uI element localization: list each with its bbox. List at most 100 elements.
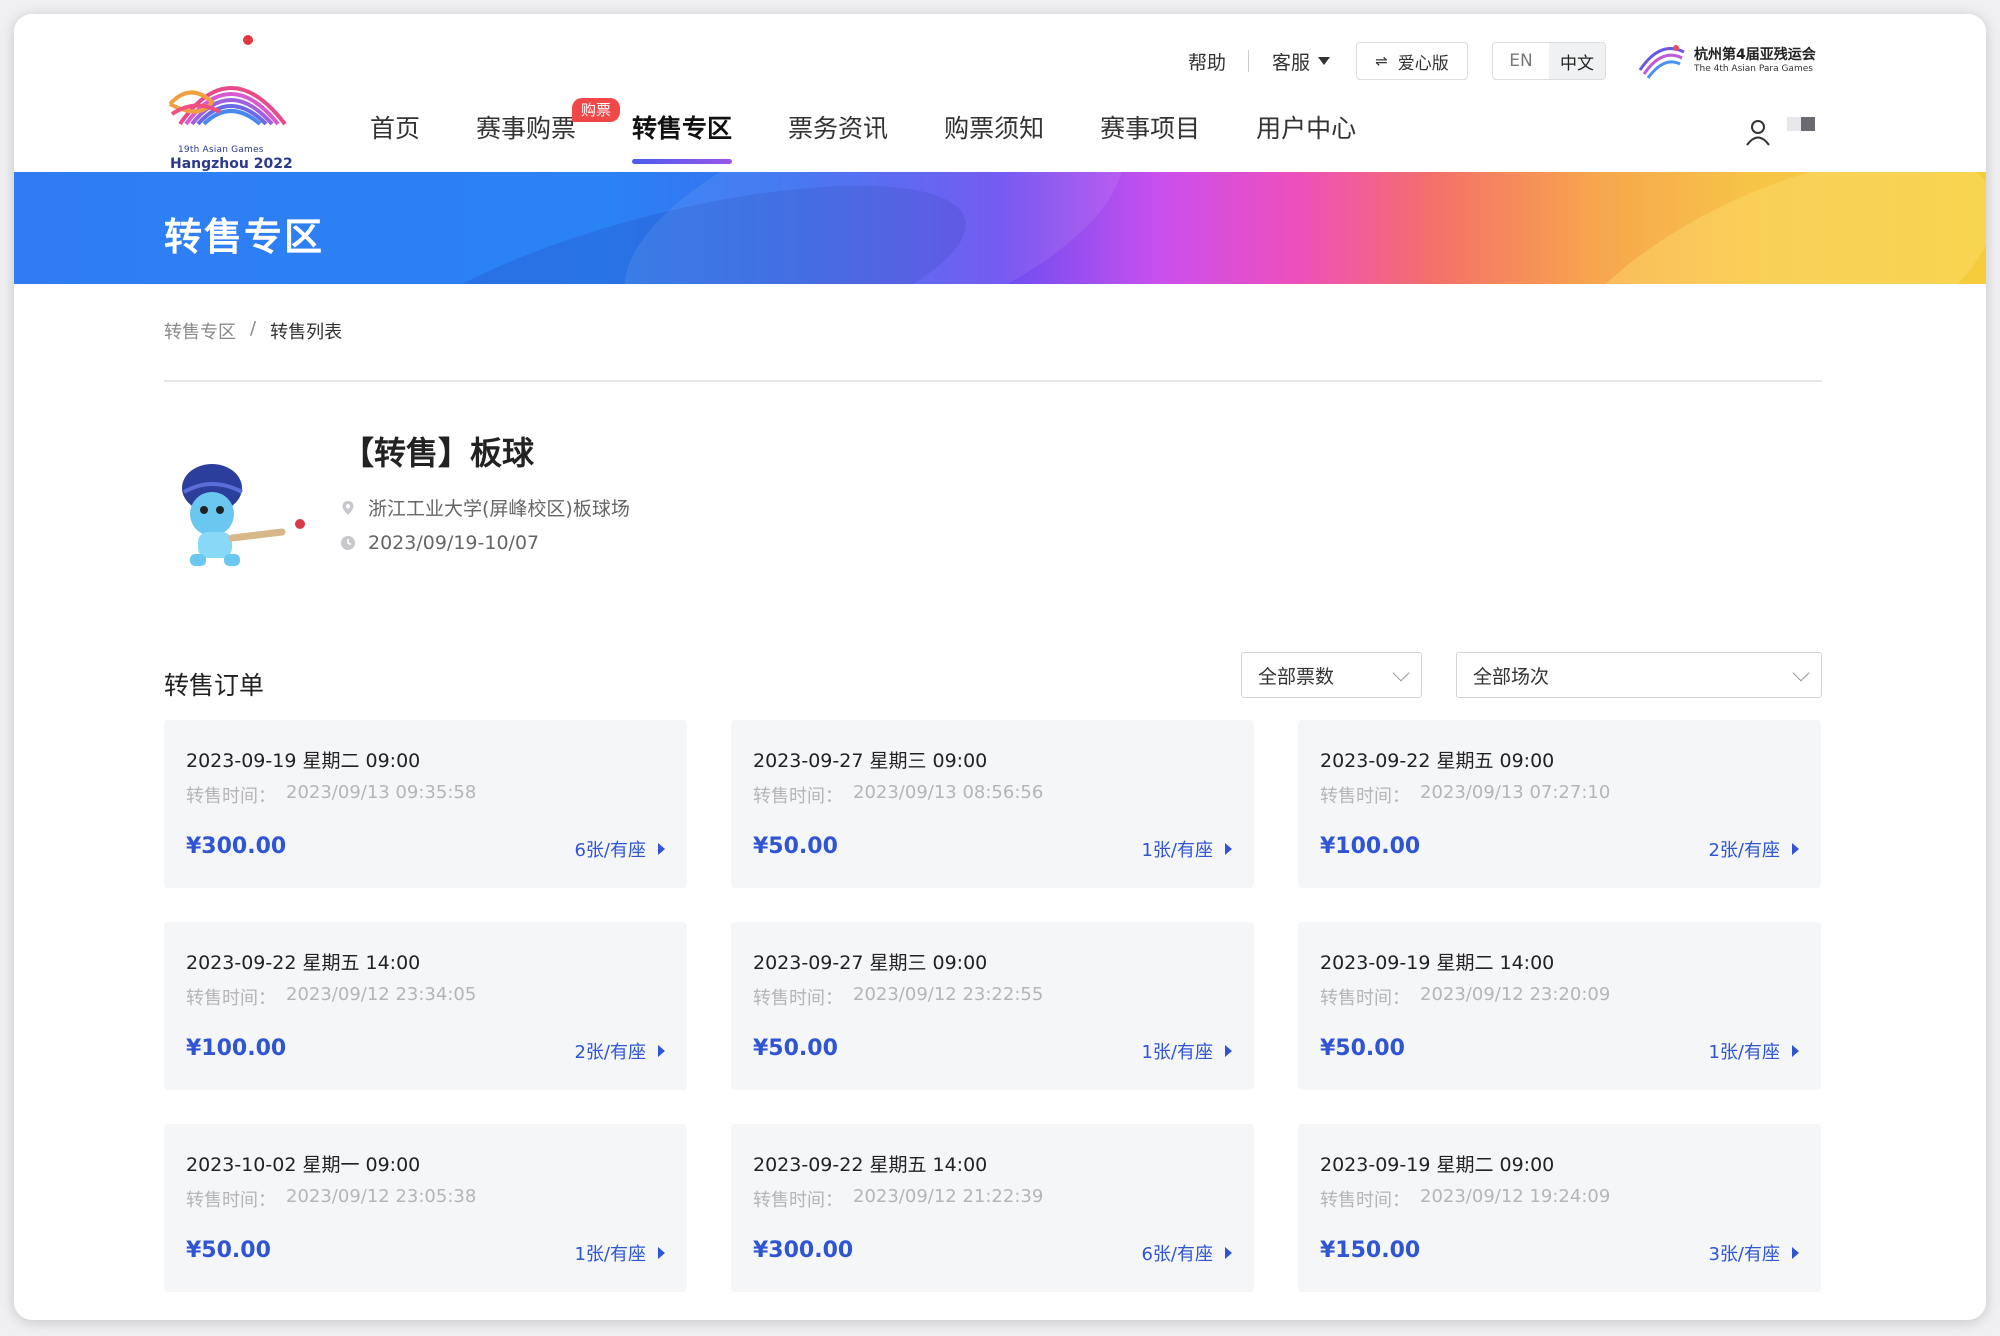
ticket-quantity: 1张/有座 [1708, 1042, 1780, 1063]
caret-right-icon [1225, 1045, 1232, 1057]
order-price: ¥50.00 [753, 834, 838, 859]
resale-order-card[interactable]: 2023-10-02 星期一 09:00 转售时间： 2023/09/12 23… [164, 1124, 687, 1292]
para-games-emblem-icon [1638, 45, 1685, 79]
chevron-down-icon [1392, 664, 1410, 682]
sale-time-label: 转售时间： [186, 988, 276, 1009]
ticket-quantity: 1张/有座 [574, 1244, 646, 1265]
event-title: 【转售】板球 [342, 434, 535, 472]
order-price: ¥300.00 [753, 1238, 854, 1263]
sale-time-label: 转售时间： [186, 786, 276, 807]
ticket-count-filter[interactable]: 全部票数 [1241, 652, 1422, 698]
sale-time-value: 2023/09/12 21:22:39 [853, 1186, 1044, 1207]
nav-buy-tickets[interactable]: 赛事购票 购票 [476, 98, 621, 172]
orders-section-title: 转售订单 [164, 671, 265, 700]
caret-right-icon [658, 1247, 665, 1259]
caret-right-icon [1225, 843, 1232, 855]
accessible-version-button[interactable]: ⇌ 爱心版 [1356, 42, 1468, 80]
sale-time-value: 2023/09/13 08:56:56 [853, 782, 1044, 803]
nav-ticket-news[interactable]: 票务资讯 [788, 114, 888, 172]
ticket-quantity: 3张/有座 [1708, 1244, 1780, 1265]
breadcrumb-current: 转售列表 [270, 322, 343, 343]
sale-time-row: 转售时间： 2023/09/12 19:24:09 [1320, 1186, 1610, 1212]
nav-ticket-notice[interactable]: 购票须知 [944, 114, 1044, 172]
main-nav: 首页 赛事购票 购票 转售专区 票务资讯 购票须知 赛事项目 用户中心 [370, 98, 1412, 172]
session-datetime: 2023-10-02 星期一 09:00 [186, 1154, 421, 1176]
resale-order-card[interactable]: 2023-09-22 星期五 14:00 转售时间： 2023/09/12 21… [731, 1124, 1254, 1292]
ticket-quantity-link[interactable]: 1张/有座 [574, 1240, 665, 1266]
sale-time-label: 转售时间： [753, 786, 843, 807]
flag-icon[interactable] [1787, 116, 1815, 131]
caret-right-icon [658, 843, 665, 855]
banner-decoration [592, 172, 1156, 284]
ticket-quantity: 2张/有座 [574, 1042, 646, 1063]
help-link[interactable]: 帮助 [1188, 42, 1226, 80]
breadcrumb-root[interactable]: 转售专区 [164, 318, 236, 344]
order-price: ¥300.00 [186, 834, 287, 859]
sale-time-value: 2023/09/12 23:20:09 [1420, 984, 1611, 1005]
nav-buy-tickets-label: 赛事购票 [476, 114, 577, 143]
order-grid: 2023-09-19 星期二 09:00 转售时间： 2023/09/13 09… [164, 720, 1822, 1292]
breadcrumb-separator: / [250, 318, 257, 339]
nav-user-center[interactable]: 用户中心 [1256, 114, 1356, 172]
page-banner: 转售专区 [14, 172, 1986, 284]
session-filter-value: 全部场次 [1473, 665, 1550, 688]
ticket-quantity-link[interactable]: 2张/有座 [574, 1038, 665, 1064]
customer-service-dropdown[interactable]: 客服 [1272, 42, 1331, 80]
sale-time-row: 转售时间： 2023/09/13 09:35:58 [186, 782, 476, 808]
sale-time-value: 2023/09/13 09:35:58 [286, 782, 477, 803]
event-dates: 2023/09/19-10/07 [368, 532, 540, 554]
accessible-version-label: 爱心版 [1397, 53, 1449, 74]
sale-time-row: 转售时间： 2023/09/13 07:27:10 [1320, 782, 1610, 808]
session-filter[interactable]: 全部场次 [1456, 652, 1822, 698]
ticket-quantity: 6张/有座 [1141, 1244, 1213, 1265]
resale-order-card[interactable]: 2023-09-22 星期五 09:00 转售时间： 2023/09/13 07… [1298, 720, 1821, 888]
ticket-quantity-link[interactable]: 6张/有座 [1141, 1240, 1232, 1266]
resale-order-card[interactable]: 2023-09-19 星期二 09:00 转售时间： 2023/09/12 19… [1298, 1124, 1821, 1292]
sale-time-label: 转售时间： [186, 1190, 276, 1211]
nav-home[interactable]: 首页 [370, 114, 420, 172]
resale-order-card[interactable]: 2023-09-22 星期五 14:00 转售时间： 2023/09/12 23… [164, 922, 687, 1090]
ticket-count-filter-value: 全部票数 [1258, 665, 1335, 688]
browser-window: 19th Asian Games Hangzhou 2022 帮助 客服 ⇌ 爱… [14, 14, 1986, 1320]
resale-order-card[interactable]: 2023-09-19 星期二 14:00 转售时间： 2023/09/12 23… [1298, 922, 1821, 1090]
ticket-quantity-link[interactable]: 3张/有座 [1708, 1240, 1799, 1266]
resale-order-card[interactable]: 2023-09-27 星期三 09:00 转售时间： 2023/09/13 08… [731, 720, 1254, 888]
asian-games-logo[interactable]: 19th Asian Games Hangzhou 2022 [160, 32, 300, 172]
event-venue: 浙江工业大学(屏峰校区)板球场 [368, 498, 630, 520]
order-price: ¥50.00 [753, 1036, 838, 1061]
ticket-quantity-link[interactable]: 1张/有座 [1141, 1038, 1232, 1064]
session-datetime: 2023-09-27 星期三 09:00 [753, 750, 988, 772]
sale-time-row: 转售时间： 2023/09/12 23:05:38 [186, 1186, 476, 1212]
ticket-quantity-link[interactable]: 2张/有座 [1708, 836, 1799, 862]
language-switcher: EN 中文 [1492, 42, 1606, 80]
para-games-title-cn: 杭州第4届亚残运会 [1694, 47, 1816, 63]
lang-en-button[interactable]: EN [1493, 43, 1549, 79]
caret-right-icon [1225, 1247, 1232, 1259]
sale-time-label: 转售时间： [1320, 786, 1410, 807]
logo-caption-games: 19th Asian Games [178, 145, 264, 155]
sale-time-value: 2023/09/13 07:27:10 [1420, 782, 1611, 803]
resale-order-card[interactable]: 2023-09-19 星期二 09:00 转售时间： 2023/09/13 09… [164, 720, 687, 888]
lang-cn-button[interactable]: 中文 [1549, 43, 1605, 79]
order-price: ¥150.00 [1320, 1238, 1421, 1263]
breadcrumb: 转售专区 / 转售列表 [164, 318, 342, 344]
resale-order-card[interactable]: 2023-09-27 星期三 09:00 转售时间： 2023/09/12 23… [731, 922, 1254, 1090]
nav-resale[interactable]: 转售专区 [632, 114, 733, 172]
caret-right-icon [1792, 1045, 1799, 1057]
swap-icon: ⇌ [1375, 52, 1388, 70]
user-icon[interactable] [1742, 116, 1774, 148]
ticket-quantity-link[interactable]: 1张/有座 [1141, 836, 1232, 862]
caret-down-icon [1318, 57, 1331, 65]
session-datetime: 2023-09-19 星期二 09:00 [1320, 1154, 1555, 1176]
nav-events[interactable]: 赛事项目 [1100, 114, 1200, 172]
ticket-quantity-link[interactable]: 1张/有座 [1708, 1038, 1799, 1064]
sale-time-label: 转售时间： [753, 988, 843, 1009]
order-price: ¥50.00 [1320, 1036, 1405, 1061]
para-games-logo[interactable]: 杭州第4届亚残运会 The 4th Asian Para Games [1636, 40, 1836, 82]
sale-time-label: 转售时间： [753, 1190, 843, 1211]
session-datetime: 2023-09-27 星期三 09:00 [753, 952, 988, 974]
event-venue-row: 浙江工业大学(屏峰校区)板球场 [340, 494, 630, 521]
sale-time-row: 转售时间： 2023/09/12 23:34:05 [186, 984, 476, 1010]
ticket-quantity-link[interactable]: 6张/有座 [574, 836, 665, 862]
ticket-quantity: 6张/有座 [574, 840, 646, 861]
